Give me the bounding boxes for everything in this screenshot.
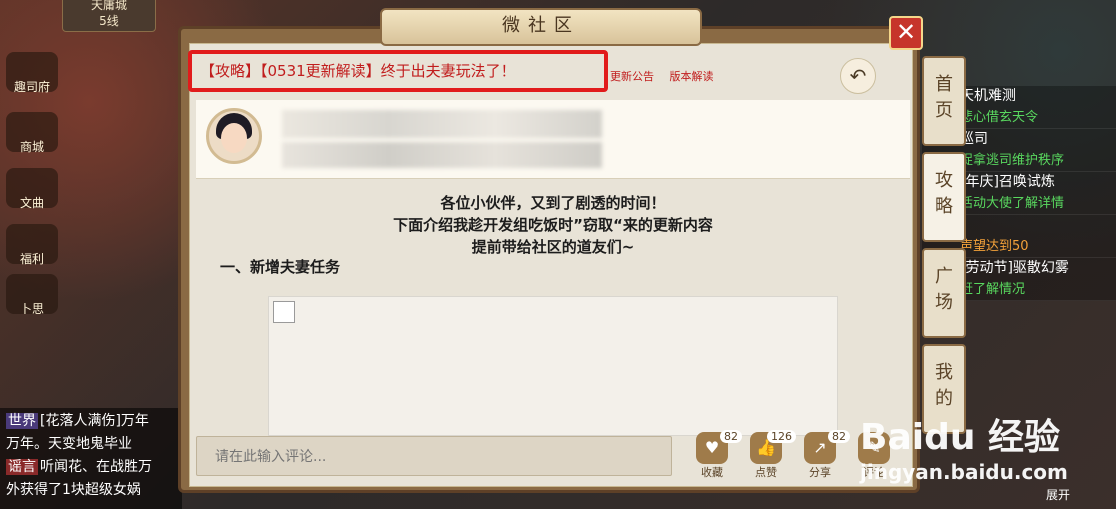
chat-box[interactable]: 世界 [花落人满伤]万年 万年。天变地鬼毕业 谣言 听闻花、在战胜万 外获得了1块超… [0,408,182,509]
top-location-panel: 天庸城 5线 [62,0,156,32]
chat-line-2: 谣言 听闻花、在战胜万 [6,459,152,475]
share-count: 82 [828,430,850,443]
chat-line-2b: 外获得了1块超级女娲 [6,482,141,498]
body-line: 提前带给社区的道友们~ [471,238,635,256]
post-tags: 更新公告 版本解读 [610,68,726,84]
chat-line-1: 世界 [花落人满伤]万年 [6,413,149,429]
expand-button[interactable]: 展开 [1046,486,1070,503]
broken-image-icon [273,301,295,323]
post-image [268,296,838,436]
comment-input-wrapper [196,436,691,477]
close-icon[interactable]: ✕ [889,16,923,50]
server-line: 5线 [99,14,119,28]
left-menu-btn-2[interactable]: 商城 [6,112,58,154]
author-card [196,100,910,179]
comment-input[interactable] [197,437,691,477]
body-line: 下面介绍我趁开发组吃饭时”窃取“来的更新内容 [393,216,713,234]
post-headline[interactable]: 【攻略】【0531更新解读】终于出夫妻玩法了！ [188,50,608,92]
baidu-watermark: Baidu 经验 jingyan.baidu.com [860,417,1068,484]
section-heading: 一、新增夫妻任务 [220,258,341,276]
tag-update-notice[interactable]: 更新公告 [610,70,654,83]
chat-line-1b: 万年。天变地鬼毕业 [6,436,132,452]
like-count: 126 [767,430,796,443]
left-menu-btn-3[interactable]: 文曲 [6,168,58,210]
dialog-title: 微社区 [380,8,702,46]
tab-guides[interactable]: 攻 略 [922,152,966,242]
tab-square[interactable]: 广 场 [922,248,966,338]
body-line: 各位小伙伴，又到了剧透的时间！ [440,194,666,212]
back-arrow-icon[interactable]: ↶ [840,58,876,94]
tab-home[interactable]: 首 页 [922,56,966,146]
location-name: 天庸城 [90,0,127,12]
left-menu-btn-1[interactable]: 趣司府 [6,52,58,94]
share-button[interactable]: ↗ 82 分享 [800,430,850,479]
blurred-author-name [282,110,602,138]
tag-version-interpretation[interactable]: 版本解读 [670,70,714,83]
left-menu-btn-5[interactable]: 卜思 [6,274,58,316]
chat-tag-world: 世界 [6,413,38,429]
like-button[interactable]: 👍 126 点赞 [746,430,796,479]
post-body: 各位小伙伴，又到了剧透的时间！ 下面介绍我趁开发组吃饭时”窃取“来的更新内容 提… [196,192,910,276]
favorite-button[interactable]: ♥ 82 收藏 [692,430,742,479]
avatar[interactable] [206,108,262,164]
blurred-author-meta [282,142,602,168]
chat-tag-rumor: 谣言 [6,459,38,475]
left-menu-btn-4[interactable]: 福利 [6,224,58,266]
favorite-count: 82 [720,430,742,443]
